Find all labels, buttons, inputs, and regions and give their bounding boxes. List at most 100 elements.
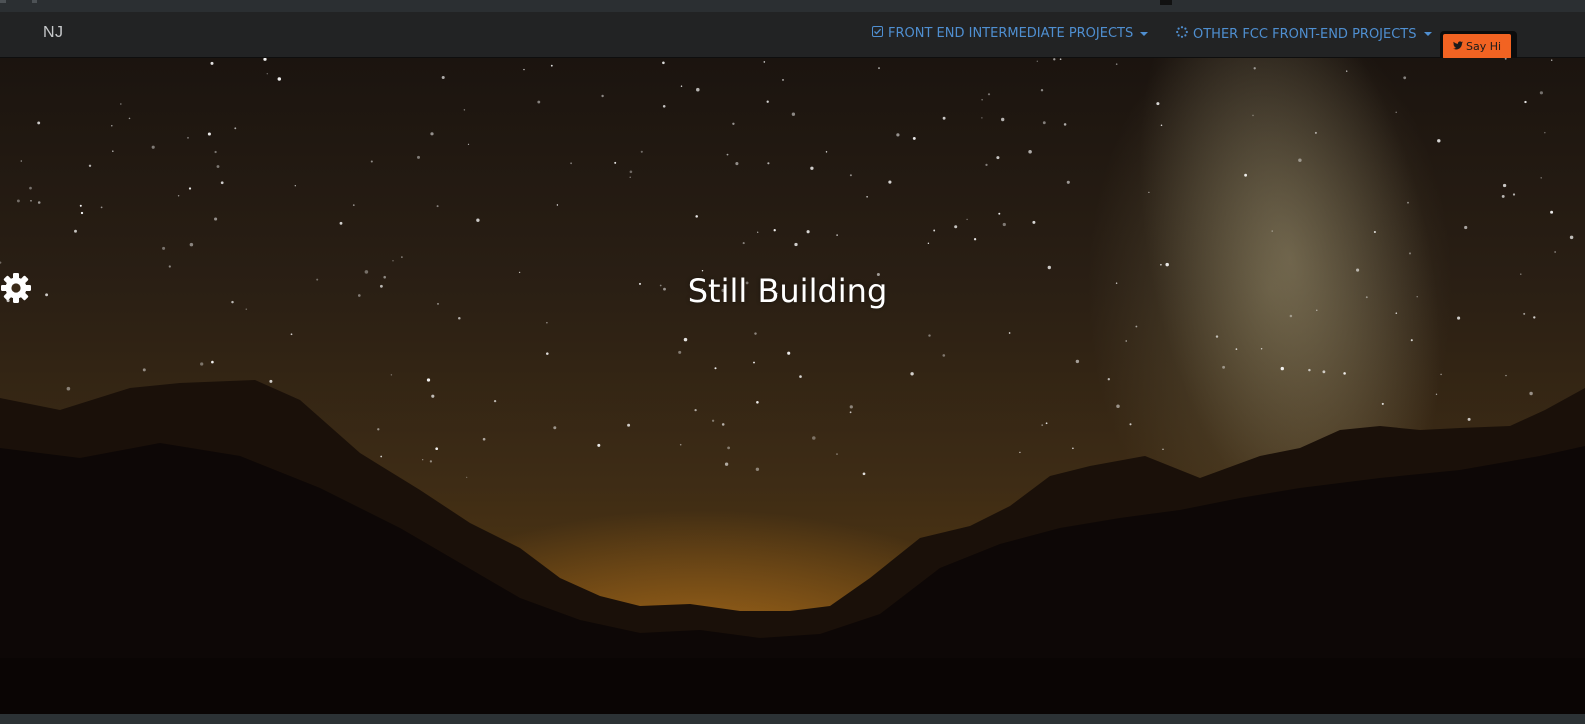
star bbox=[888, 180, 892, 184]
star bbox=[1407, 201, 1409, 204]
star bbox=[417, 155, 420, 159]
star bbox=[187, 136, 189, 139]
star bbox=[1524, 100, 1527, 104]
star bbox=[220, 181, 224, 185]
nav-link-label: OTHER FCC FRONT-END PROJECTS bbox=[1193, 26, 1417, 42]
star bbox=[1042, 121, 1046, 125]
star bbox=[735, 162, 739, 166]
star bbox=[476, 218, 480, 222]
star bbox=[392, 260, 394, 262]
star bbox=[1075, 359, 1080, 364]
star bbox=[1072, 447, 1074, 450]
star bbox=[1162, 448, 1164, 450]
star bbox=[896, 133, 900, 137]
star bbox=[1381, 402, 1384, 405]
foreground-shadow bbox=[0, 658, 1585, 714]
say-hi-button[interactable]: Say Hi bbox=[1443, 34, 1511, 59]
star bbox=[1041, 424, 1044, 426]
star bbox=[112, 150, 114, 152]
spinner-icon bbox=[1176, 26, 1188, 42]
star bbox=[836, 234, 838, 236]
say-hi-label: Say Hi bbox=[1465, 40, 1502, 53]
brand-logo[interactable]: NJ bbox=[43, 24, 64, 42]
star bbox=[550, 64, 553, 67]
star bbox=[763, 61, 766, 63]
star bbox=[1040, 89, 1044, 92]
star bbox=[168, 265, 171, 268]
star bbox=[1002, 222, 1006, 227]
star bbox=[662, 61, 665, 65]
star bbox=[627, 423, 631, 427]
star bbox=[1280, 366, 1285, 371]
star bbox=[1001, 117, 1005, 122]
star bbox=[1512, 193, 1516, 196]
star bbox=[766, 100, 769, 103]
star bbox=[211, 360, 214, 364]
star bbox=[277, 77, 282, 81]
star bbox=[1437, 139, 1441, 143]
star bbox=[234, 127, 237, 130]
star bbox=[1504, 58, 1507, 60]
star bbox=[436, 205, 439, 208]
twitter-icon bbox=[1452, 40, 1463, 53]
star bbox=[553, 426, 557, 430]
star bbox=[1222, 365, 1226, 369]
star bbox=[985, 163, 988, 167]
star bbox=[100, 206, 103, 209]
star bbox=[794, 242, 798, 247]
star bbox=[377, 428, 380, 431]
star bbox=[1435, 393, 1438, 395]
nav-dropdown-other-fcc-projects[interactable]: OTHER FCC FRONT-END PROJECTS bbox=[1176, 26, 1432, 42]
star bbox=[757, 231, 759, 233]
star bbox=[1308, 368, 1311, 372]
nav-dropdown-intermediate-projects[interactable]: FRONT END INTERMEDIATE PROJECTS bbox=[872, 26, 1149, 41]
star bbox=[756, 401, 759, 404]
star bbox=[799, 375, 802, 378]
checkbox-icon bbox=[872, 26, 883, 41]
star bbox=[79, 204, 82, 207]
star bbox=[1059, 58, 1062, 61]
star bbox=[214, 150, 217, 154]
browser-top-strip bbox=[0, 0, 1585, 12]
star bbox=[1260, 348, 1263, 350]
star bbox=[753, 361, 755, 364]
star bbox=[463, 109, 466, 111]
star bbox=[1403, 76, 1407, 80]
star bbox=[426, 378, 431, 382]
star bbox=[119, 103, 122, 105]
star bbox=[422, 459, 424, 461]
star bbox=[1395, 312, 1398, 314]
star bbox=[210, 61, 214, 65]
star bbox=[878, 67, 880, 70]
star bbox=[401, 256, 403, 258]
star bbox=[987, 93, 991, 96]
star bbox=[1467, 417, 1471, 421]
star bbox=[162, 246, 166, 250]
star bbox=[537, 100, 541, 104]
star bbox=[200, 362, 204, 366]
star bbox=[80, 211, 84, 215]
star bbox=[1066, 180, 1070, 184]
star bbox=[29, 186, 32, 190]
star bbox=[1408, 252, 1412, 255]
star bbox=[1125, 340, 1127, 342]
star bbox=[493, 399, 497, 403]
star bbox=[695, 215, 698, 218]
bottom-scrollbar-strip bbox=[0, 714, 1585, 724]
star bbox=[111, 125, 113, 127]
strip-mark bbox=[0, 0, 6, 3]
star bbox=[352, 204, 355, 206]
star bbox=[266, 73, 268, 75]
star bbox=[1322, 370, 1326, 374]
star bbox=[1501, 194, 1505, 198]
caret-down-icon bbox=[1423, 32, 1432, 36]
star bbox=[1533, 316, 1536, 319]
star bbox=[629, 170, 633, 174]
star bbox=[787, 351, 791, 355]
star bbox=[862, 472, 866, 476]
star bbox=[912, 136, 916, 140]
star bbox=[556, 204, 559, 206]
star bbox=[458, 316, 461, 320]
star bbox=[429, 460, 433, 463]
star bbox=[629, 176, 631, 178]
